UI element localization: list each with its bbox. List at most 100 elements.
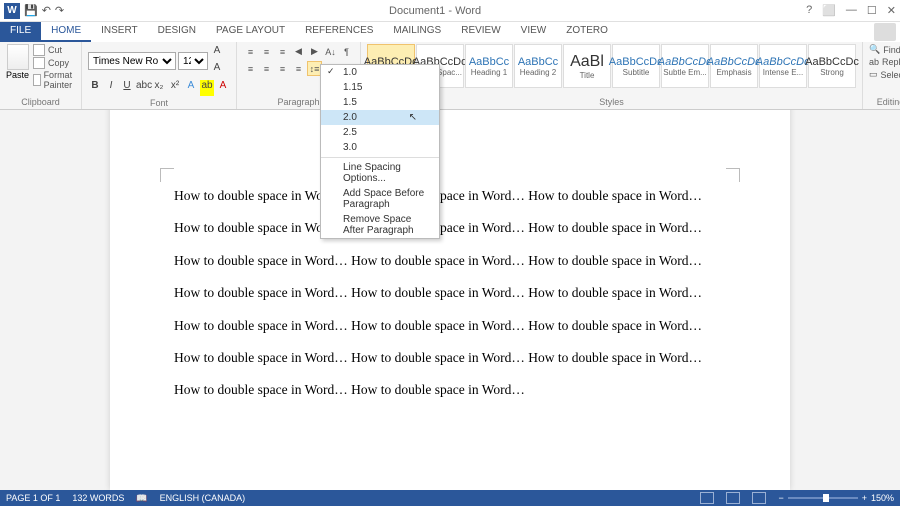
undo-icon[interactable]: ↶ — [42, 4, 51, 17]
print-layout-icon[interactable] — [726, 492, 740, 504]
font-color-button[interactable]: A — [216, 80, 230, 96]
find-button[interactable]: 🔍Find — [869, 44, 900, 55]
tab-view[interactable]: VIEW — [511, 22, 557, 42]
align-center-button[interactable]: ≡ — [259, 61, 274, 76]
tab-insert[interactable]: INSERT — [91, 22, 148, 42]
font-size-select[interactable]: 12 — [178, 52, 208, 70]
style-title[interactable]: AaBlTitle — [563, 44, 611, 88]
align-right-button[interactable]: ≡ — [275, 61, 290, 76]
line-spacing-menu: 1.01.151.52.0↖2.53.0 Line Spacing Options… — [320, 64, 440, 239]
titlebar: W 💾 ↶ ↷ Document1 - Word ? ⬜ — ☐ ✕ — [0, 0, 900, 22]
spacing-option-2-0[interactable]: 2.0↖ — [321, 110, 439, 125]
zoom-in-icon[interactable]: + — [862, 493, 867, 503]
show-marks-button[interactable]: ¶ — [339, 44, 354, 59]
increase-indent-button[interactable]: ▶ — [307, 44, 322, 59]
justify-button[interactable]: ≡ — [291, 61, 306, 76]
multilevel-button[interactable]: ≡ — [275, 44, 290, 59]
copy-icon — [33, 57, 45, 69]
spacing-option-3-0[interactable]: 3.0 — [321, 140, 439, 155]
strike-button[interactable]: abc — [136, 80, 150, 96]
ribbon-tabs: FILE HOME INSERT DESIGN PAGE LAYOUT REFE… — [0, 22, 900, 42]
brush-icon — [33, 74, 41, 86]
zoom-level[interactable]: 150% — [871, 493, 894, 503]
paste-icon — [7, 44, 29, 70]
add-space-before-item[interactable]: Add Space Before Paragraph — [321, 186, 439, 212]
subscript-button[interactable]: x₂ — [152, 80, 166, 96]
quick-access-toolbar: W 💾 ↶ ↷ — [4, 3, 64, 19]
underline-button[interactable]: U — [120, 80, 134, 96]
ribbon-display-icon[interactable]: ⬜ — [822, 4, 836, 17]
select-icon: ▭ — [869, 69, 878, 80]
style-strong[interactable]: AaBbCcDcStrong — [808, 44, 856, 88]
tab-page-layout[interactable]: PAGE LAYOUT — [206, 22, 295, 42]
decrease-indent-button[interactable]: ◀ — [291, 44, 306, 59]
status-page[interactable]: PAGE 1 OF 1 — [6, 493, 60, 503]
maximize-icon[interactable]: ☐ — [867, 4, 877, 17]
spacing-option-2-5[interactable]: 2.5 — [321, 125, 439, 140]
bullets-button[interactable]: ≡ — [243, 44, 258, 59]
replace-button[interactable]: abReplace — [869, 57, 900, 67]
style-heading-[interactable]: AaBbCcHeading 2 — [514, 44, 562, 88]
select-button[interactable]: ▭Select — [869, 69, 900, 80]
close-icon[interactable]: ✕ — [887, 4, 896, 17]
grow-font-icon[interactable]: A — [210, 45, 224, 61]
style-subtitle[interactable]: AaBbCcDdSubtitle — [612, 44, 660, 88]
shrink-font-icon[interactable]: A — [210, 62, 224, 78]
align-left-button[interactable]: ≡ — [243, 61, 258, 76]
tab-mailings[interactable]: MAILINGS — [383, 22, 451, 42]
window-controls: ? ⬜ — ☐ ✕ — [806, 4, 896, 17]
redo-icon[interactable]: ↷ — [55, 4, 64, 17]
style-emphasis[interactable]: AaBbCcDdEmphasis — [710, 44, 758, 88]
remove-space-after-item[interactable]: Remove Space After Paragraph — [321, 212, 439, 238]
clipboard-label: Clipboard — [6, 97, 75, 109]
text-effects-button[interactable]: A — [184, 80, 198, 96]
copy-button[interactable]: Copy — [33, 57, 77, 69]
style-subtle-em-[interactable]: AaBbCcDdSubtle Em... — [661, 44, 709, 88]
tab-home[interactable]: HOME — [41, 22, 91, 42]
group-editing: 🔍Find abReplace ▭Select Editing — [863, 42, 900, 109]
sort-button[interactable]: A↓ — [323, 44, 338, 59]
margin-corner-tl — [160, 168, 174, 182]
spacing-option-1-5[interactable]: 1.5 — [321, 95, 439, 110]
tab-references[interactable]: REFERENCES — [295, 22, 383, 42]
cut-button[interactable]: Cut — [33, 44, 77, 56]
web-layout-icon[interactable] — [752, 492, 766, 504]
group-clipboard: Paste Cut Copy Format Painter Clipboard — [0, 42, 82, 109]
find-icon: 🔍 — [869, 44, 880, 55]
spacing-option-1-0[interactable]: 1.0 — [321, 65, 439, 80]
save-icon[interactable]: 💾 — [24, 4, 38, 17]
spacing-option-1-15[interactable]: 1.15 — [321, 80, 439, 95]
status-language[interactable]: ENGLISH (CANADA) — [160, 493, 246, 503]
tab-zotero[interactable]: ZOTERO — [556, 22, 618, 42]
format-painter-button[interactable]: Format Painter — [33, 70, 77, 90]
superscript-button[interactable]: x² — [168, 80, 182, 96]
minimize-icon[interactable]: — — [846, 4, 857, 17]
document-text[interactable]: How to double space in Word… How to doub… — [174, 180, 726, 407]
tab-file[interactable]: FILE — [0, 22, 41, 42]
font-name-select[interactable]: Times New Ro — [88, 52, 176, 70]
group-font: Times New Ro 12 AA B I U abc x₂ x² A ab … — [82, 42, 237, 109]
tab-review[interactable]: REVIEW — [451, 22, 510, 42]
zoom-slider[interactable] — [788, 497, 858, 499]
status-proofing-icon[interactable]: 📖 — [136, 493, 147, 504]
cut-icon — [33, 44, 45, 56]
read-mode-icon[interactable] — [700, 492, 714, 504]
tab-design[interactable]: DESIGN — [148, 22, 206, 42]
zoom-out-icon[interactable]: − — [778, 493, 783, 503]
bold-button[interactable]: B — [88, 80, 102, 96]
styles-label: Styles — [367, 97, 856, 109]
editing-label: Editing — [869, 97, 900, 109]
style-intense-e-[interactable]: AaBbCcDdIntense E... — [759, 44, 807, 88]
numbering-button[interactable]: ≡ — [259, 44, 274, 59]
help-icon[interactable]: ? — [806, 4, 812, 17]
line-spacing-options-item[interactable]: Line Spacing Options... — [321, 160, 439, 186]
style-heading-[interactable]: AaBbCcHeading 1 — [465, 44, 513, 88]
user-avatar[interactable] — [874, 23, 896, 41]
zoom-controls: − + 150% — [778, 493, 894, 503]
status-words[interactable]: 132 WORDS — [72, 493, 124, 503]
highlight-button[interactable]: ab — [200, 80, 214, 96]
paste-button[interactable]: Paste — [6, 44, 29, 80]
italic-button[interactable]: I — [104, 80, 118, 96]
margin-corner-tr — [726, 168, 740, 182]
page[interactable]: How to double space in Word… How to doub… — [110, 110, 790, 490]
